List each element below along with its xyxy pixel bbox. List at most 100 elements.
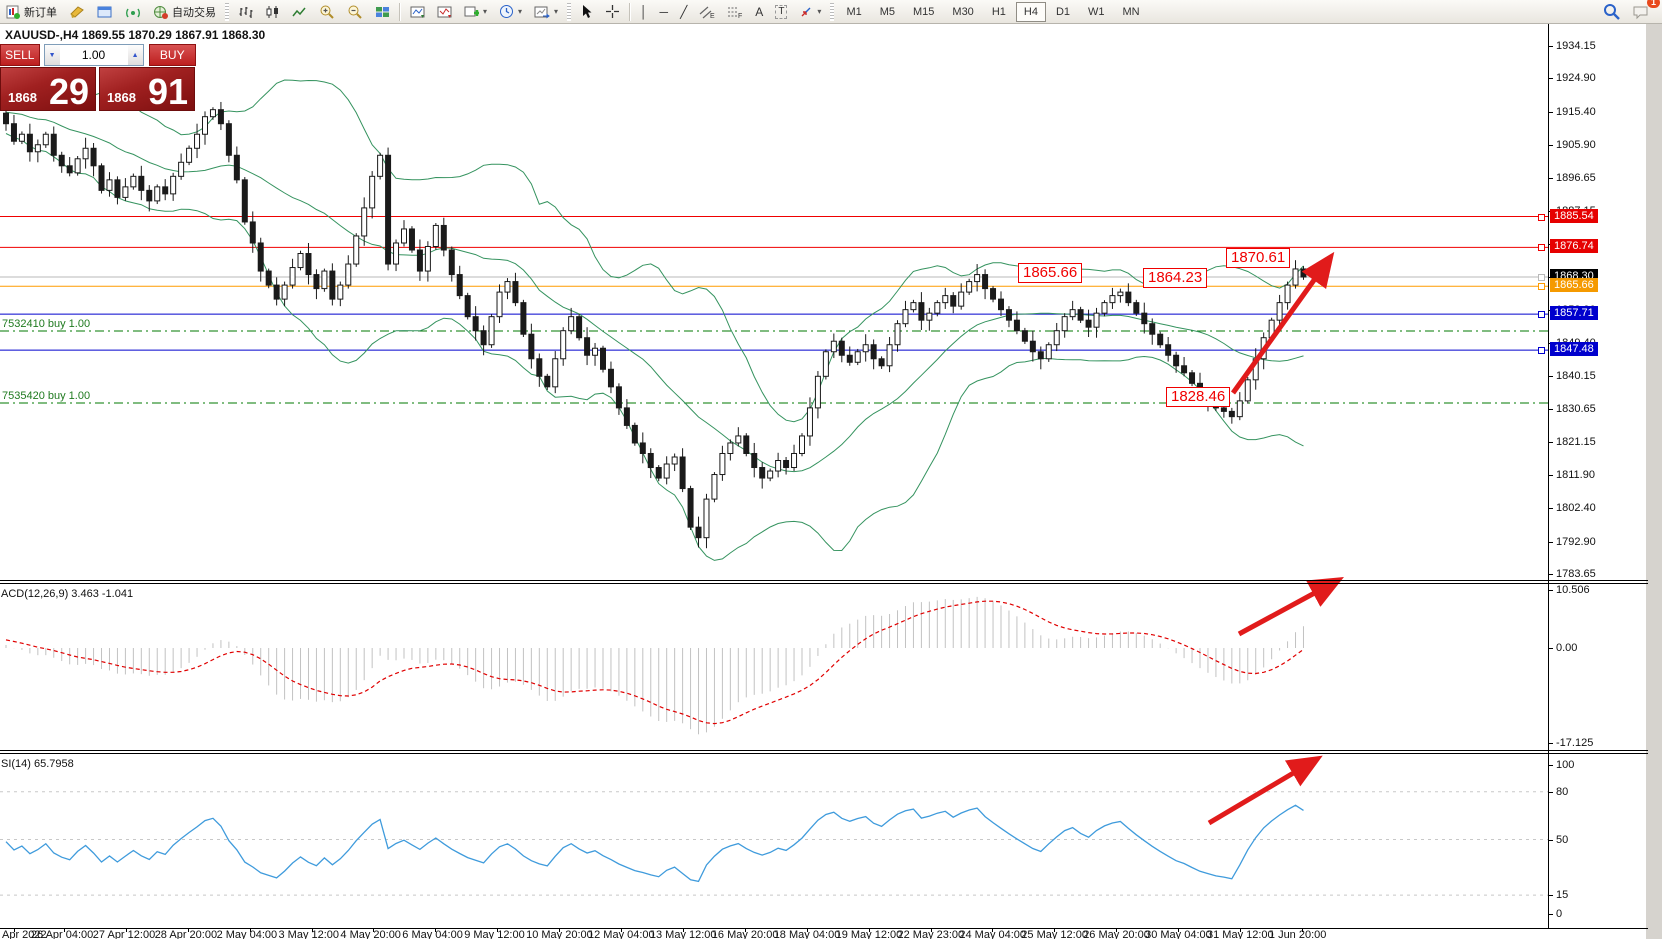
data-window-button[interactable] <box>405 2 430 22</box>
channel-tool[interactable]: E <box>694 2 720 22</box>
candle-body <box>616 387 621 408</box>
sell-price-stem: 1868 <box>8 90 37 105</box>
candle-body <box>569 317 574 331</box>
arrows-tool[interactable]: ▾ <box>794 2 826 22</box>
toolbar-grip[interactable] <box>225 3 229 21</box>
order-line-label[interactable]: 7532410 buy 1.00 <box>2 318 90 330</box>
candle-body <box>402 229 407 243</box>
candle-body <box>823 352 828 377</box>
level-anchor-square[interactable] <box>1538 283 1545 290</box>
autotrading-button[interactable]: 自动交易 <box>148 1 221 23</box>
timeframe-W1[interactable]: W1 <box>1080 2 1113 22</box>
trend-arrow-rsi <box>1209 762 1312 823</box>
candle-body <box>879 359 884 366</box>
level-anchor-square[interactable] <box>1538 214 1545 221</box>
x-axis-tickmark <box>1178 928 1179 932</box>
macd-pane[interactable] <box>6 597 1304 734</box>
vertical-line-tool[interactable]: │ <box>635 3 653 21</box>
price-callout[interactable]: 1865.66 <box>1018 263 1082 283</box>
candle-body <box>115 180 120 198</box>
indicator-window-button[interactable] <box>432 2 457 22</box>
volume-input[interactable] <box>60 45 128 65</box>
pane-separator[interactable] <box>0 583 1648 584</box>
candle-body <box>577 317 582 338</box>
candle-body <box>4 113 9 124</box>
price-level-chip: 1876.74 <box>1550 239 1598 253</box>
pane-separator[interactable] <box>0 750 1648 751</box>
level-anchor-square[interactable] <box>1538 274 1545 281</box>
timeframe-M1[interactable]: M1 <box>838 2 869 22</box>
cursor-tool-button[interactable] <box>575 1 598 22</box>
timeframe-MN[interactable]: MN <box>1115 2 1148 22</box>
sell-price-panel[interactable]: 1868 29 <box>0 67 96 111</box>
x-axis-tickmark <box>188 928 189 932</box>
pane-separator[interactable] <box>0 580 1648 581</box>
x-axis-tickmark <box>435 928 436 932</box>
zoom-out-button[interactable] <box>342 1 368 22</box>
price-callout[interactable]: 1828.46 <box>1166 387 1230 407</box>
level-anchor-square[interactable] <box>1538 347 1545 354</box>
trendline-tool[interactable]: ╱ <box>675 3 692 21</box>
sell-button[interactable]: SELL <box>0 44 40 66</box>
tile-windows-button[interactable] <box>370 2 395 22</box>
volume-decrease-button[interactable]: ▼ <box>45 45 60 65</box>
market-watch-button[interactable] <box>92 2 118 22</box>
new-order-button[interactable]: 新订单 <box>1 1 62 23</box>
periods-button[interactable]: ▾ <box>494 1 527 22</box>
order-line-label[interactable]: 7535420 buy 1.00 <box>2 390 90 402</box>
volume-increase-button[interactable]: ▲ <box>128 45 143 65</box>
timeframe-H4[interactable]: H4 <box>1016 2 1046 22</box>
candle-body <box>218 110 223 124</box>
fibonacci-tool[interactable]: F <box>722 2 748 22</box>
templates-button[interactable]: ▾ <box>529 2 563 22</box>
candle-body <box>680 457 685 489</box>
y-axis-tick: 1896.65 <box>1556 172 1596 184</box>
chart-canvas[interactable] <box>0 0 1662 939</box>
buy-price-panel[interactable]: 1868 91 <box>99 67 195 111</box>
crosshair-tool-button[interactable] <box>600 1 625 22</box>
toolbar-grip[interactable] <box>830 3 834 21</box>
x-axis-tickmark <box>621 928 622 932</box>
candle-body <box>1142 313 1147 324</box>
candle-body <box>1229 411 1234 416</box>
timeframe-M5[interactable]: M5 <box>872 2 903 22</box>
timeframe-group: M1M5M15M30H1H4D1W1MN <box>837 6 1148 18</box>
line-chart-button[interactable] <box>287 2 312 22</box>
candle-body <box>800 436 805 454</box>
timeframe-H1[interactable]: H1 <box>984 2 1014 22</box>
candle-body <box>1110 296 1115 303</box>
chat-button[interactable]: 1 <box>1627 1 1655 23</box>
search-button[interactable] <box>1598 0 1625 23</box>
level-anchor-square[interactable] <box>1538 244 1545 251</box>
bollinger-upper <box>6 80 1304 422</box>
pane-separator[interactable] <box>0 753 1648 754</box>
candlestick-button[interactable] <box>260 2 285 22</box>
timeframe-M15[interactable]: M15 <box>905 2 942 22</box>
candle-body <box>1301 269 1306 277</box>
styler-button[interactable] <box>64 2 90 22</box>
add-indicator-button[interactable]: ▾ <box>459 2 492 22</box>
svg-text:E: E <box>710 13 715 19</box>
rsi-pane[interactable] <box>0 792 1548 895</box>
horizontal-line-tool[interactable]: ─ <box>655 3 674 21</box>
price-callout[interactable]: 1864.23 <box>1143 268 1207 288</box>
timeframe-D1[interactable]: D1 <box>1048 2 1078 22</box>
buy-button[interactable]: BUY <box>149 44 196 66</box>
autotrading-icon <box>153 5 169 19</box>
candle-body <box>1030 341 1035 352</box>
main-chart-pane[interactable] <box>0 80 1548 560</box>
macd-axis-tick: 0.00 <box>1556 642 1577 654</box>
price-callout[interactable]: 1870.61 <box>1226 248 1290 268</box>
toolbar-grip[interactable] <box>567 3 571 21</box>
text-tool[interactable]: A <box>750 3 768 21</box>
candle-body <box>887 345 892 366</box>
timeframe-M30[interactable]: M30 <box>944 2 981 22</box>
text-label-tool[interactable]: T <box>770 2 792 22</box>
rsi-line <box>6 805 1304 881</box>
candle-body <box>513 282 518 303</box>
zoom-in-button[interactable] <box>314 1 340 22</box>
bar-chart-button[interactable] <box>233 2 258 22</box>
candle-body <box>282 285 287 299</box>
level-anchor-square[interactable] <box>1538 311 1545 318</box>
signals-button[interactable] <box>120 2 146 22</box>
